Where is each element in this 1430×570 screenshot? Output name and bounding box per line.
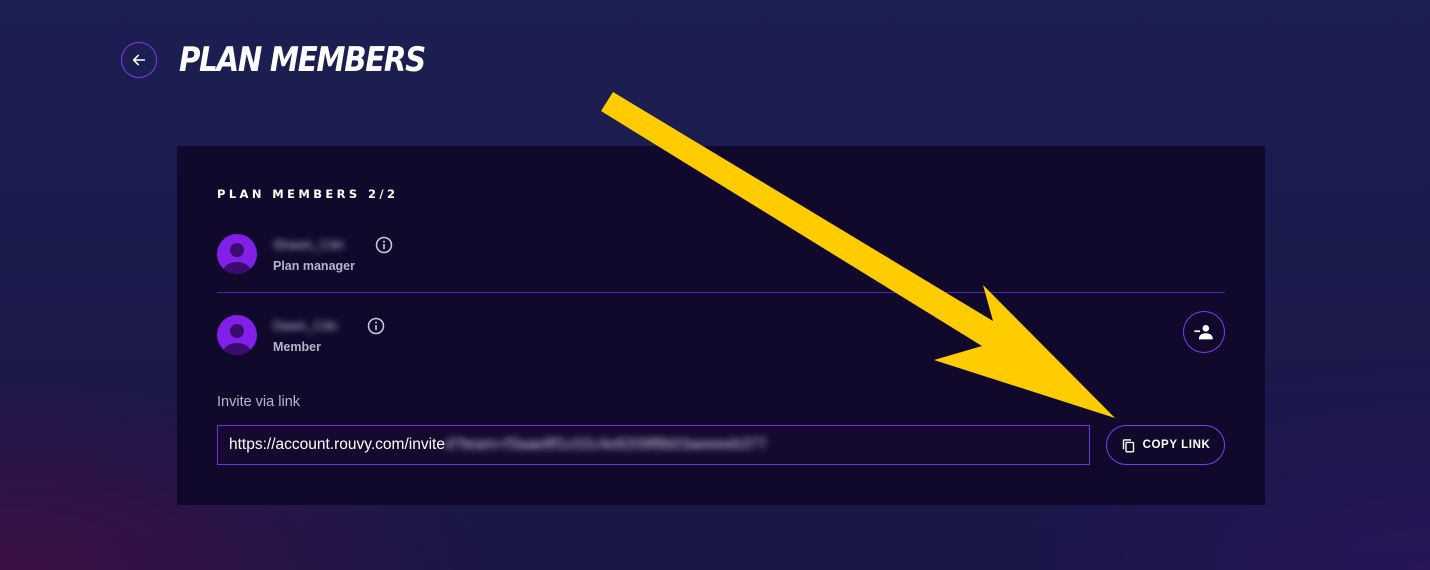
member-row-manager: Shawn_Cdn Plan manager: [217, 234, 1225, 284]
person-remove-icon: [1194, 325, 1213, 340]
copy-link-button[interactable]: COPY LINK: [1106, 425, 1225, 465]
members-count-heading: PLAN MEMBERS 2/2: [217, 187, 399, 201]
info-icon[interactable]: [375, 236, 393, 254]
remove-member-button[interactable]: [1183, 311, 1225, 353]
invite-label: Invite via link: [217, 394, 301, 410]
invite-link-token: d?team=f3aae8f1c02c4e8209f8b03aeeeeb377: [444, 436, 767, 453]
member-name: Dawn_Cdn: [273, 318, 338, 333]
invite-link-text: https://account.rouvy.com/invite: [229, 436, 445, 453]
info-icon[interactable]: [367, 317, 385, 335]
person-silhouette-icon: [223, 324, 251, 355]
plan-members-card: PLAN MEMBERS 2/2 Shawn_Cdn Plan manager: [177, 146, 1265, 505]
member-name: Shawn_Cdn: [273, 237, 344, 252]
copy-icon: [1122, 438, 1134, 452]
member-row-member: Dawn_Cdn Member: [217, 311, 1225, 365]
divider: [217, 292, 1225, 293]
member-role: Member: [273, 340, 321, 354]
arrow-left-icon: [132, 54, 146, 66]
avatar: [217, 315, 257, 355]
person-silhouette-icon: [223, 243, 251, 274]
invite-link-field[interactable]: https://account.rouvy.com/invite d?team=f…: [217, 425, 1090, 465]
copy-link-label: COPY LINK: [1142, 439, 1211, 451]
member-role: Plan manager: [273, 259, 355, 273]
page-title: PLAN MEMBERS: [179, 40, 426, 80]
back-button[interactable]: [121, 42, 157, 78]
avatar: [217, 234, 257, 274]
